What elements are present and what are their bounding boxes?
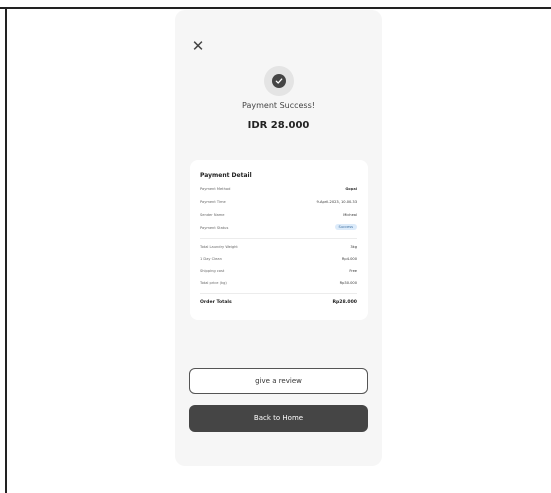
payment-time-row: Payment Time 9-April-2023, 10.00.33: [200, 199, 357, 207]
row-label: Sender Name: [200, 213, 225, 217]
payment-amount: IDR 28.000: [247, 120, 310, 131]
status-badge: Success: [334, 224, 357, 230]
row-value: Gopal: [345, 187, 357, 191]
row-label: Total price (kg): [200, 281, 227, 285]
order-totals-row: Order Totals Rp28.000: [200, 299, 357, 307]
total-price-row: Total price (kg) Rp30.000: [200, 280, 357, 288]
check-circle-icon: [272, 74, 286, 88]
row-label: Payment Status: [200, 226, 229, 230]
order-totals-value: Rp28.000: [332, 300, 357, 305]
payment-method-row: Payment Method Gopal: [200, 186, 357, 194]
laundry-weight-row: Total Laundry Weight 3kg: [200, 244, 357, 252]
row-value: 9-April-2023, 10.00.33: [316, 200, 357, 204]
payment-success-title: Payment Success!: [242, 101, 315, 110]
payment-status-row: Payment Status Success: [200, 224, 357, 233]
row-label: Total Laundry Weight: [200, 245, 238, 249]
frame-left-border: [5, 7, 7, 493]
total-divider: [200, 293, 357, 294]
payment-detail-card: Payment Detail Payment Method Gopal Paym…: [190, 160, 368, 320]
row-label: 1 Day Clean: [200, 257, 222, 261]
row-label: Shipping cost: [200, 269, 225, 273]
detail-divider: [200, 238, 357, 239]
row-value: Free: [349, 269, 357, 273]
row-value: 3kg: [350, 245, 357, 249]
payment-detail-heading: Payment Detail: [200, 172, 252, 179]
close-icon[interactable]: ✕: [190, 38, 206, 54]
frame-top-border: [0, 7, 551, 9]
give-review-button[interactable]: give a review: [189, 368, 368, 394]
back-to-home-button[interactable]: Back to Home: [189, 405, 368, 432]
row-value: Micheal: [343, 213, 357, 217]
row-label: Payment Method: [200, 187, 231, 191]
row-label: Payment Time: [200, 200, 226, 204]
sender-name-row: Sender Name Micheal: [200, 212, 357, 220]
one-day-clean-row: 1 Day Clean Rp4.000: [200, 256, 357, 264]
row-value: Rp30.000: [339, 281, 357, 285]
row-value: Rp4.000: [341, 257, 357, 261]
shipping-cost-row: Shipping cost Free: [200, 268, 357, 276]
success-badge: [264, 66, 294, 96]
order-totals-label: Order Totals: [200, 300, 232, 305]
